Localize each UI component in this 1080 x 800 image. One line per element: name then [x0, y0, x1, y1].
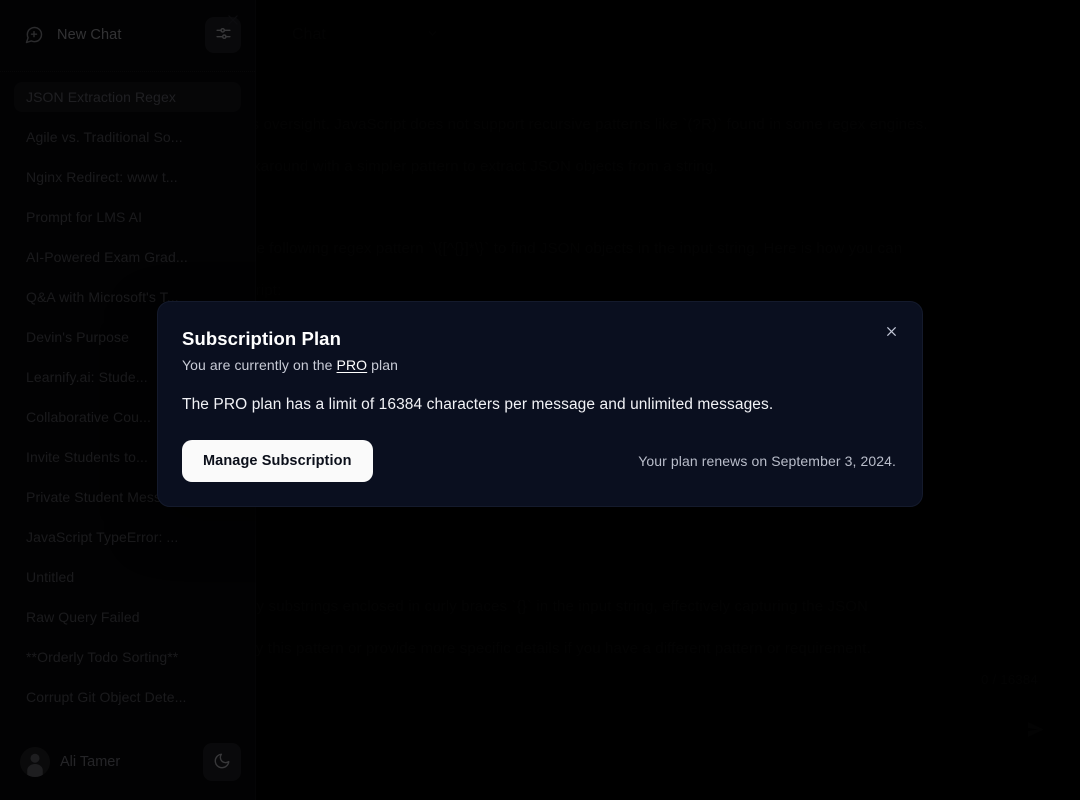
- modal-subtitle: You are currently on the PRO plan: [182, 357, 898, 373]
- modal-title: Subscription Plan: [182, 328, 341, 349]
- app-root: New Chat: [0, 0, 1080, 800]
- subscription-plan-modal: Subscription Plan You are currently on t…: [157, 301, 923, 507]
- modal-subtitle-suffix: plan: [367, 357, 399, 373]
- modal-footer: Manage Subscription Your plan renews on …: [182, 440, 898, 482]
- plan-renewal-text: Your plan renews on September 3, 2024.: [638, 453, 896, 469]
- manage-subscription-button[interactable]: Manage Subscription: [182, 440, 373, 482]
- modal-body-text: The PRO plan has a limit of 16384 charac…: [182, 396, 774, 413]
- modal-subtitle-prefix: You are currently on the: [182, 357, 337, 373]
- current-plan-link[interactable]: PRO: [337, 357, 368, 373]
- modal-close-button[interactable]: [878, 320, 904, 346]
- close-icon: [885, 325, 898, 341]
